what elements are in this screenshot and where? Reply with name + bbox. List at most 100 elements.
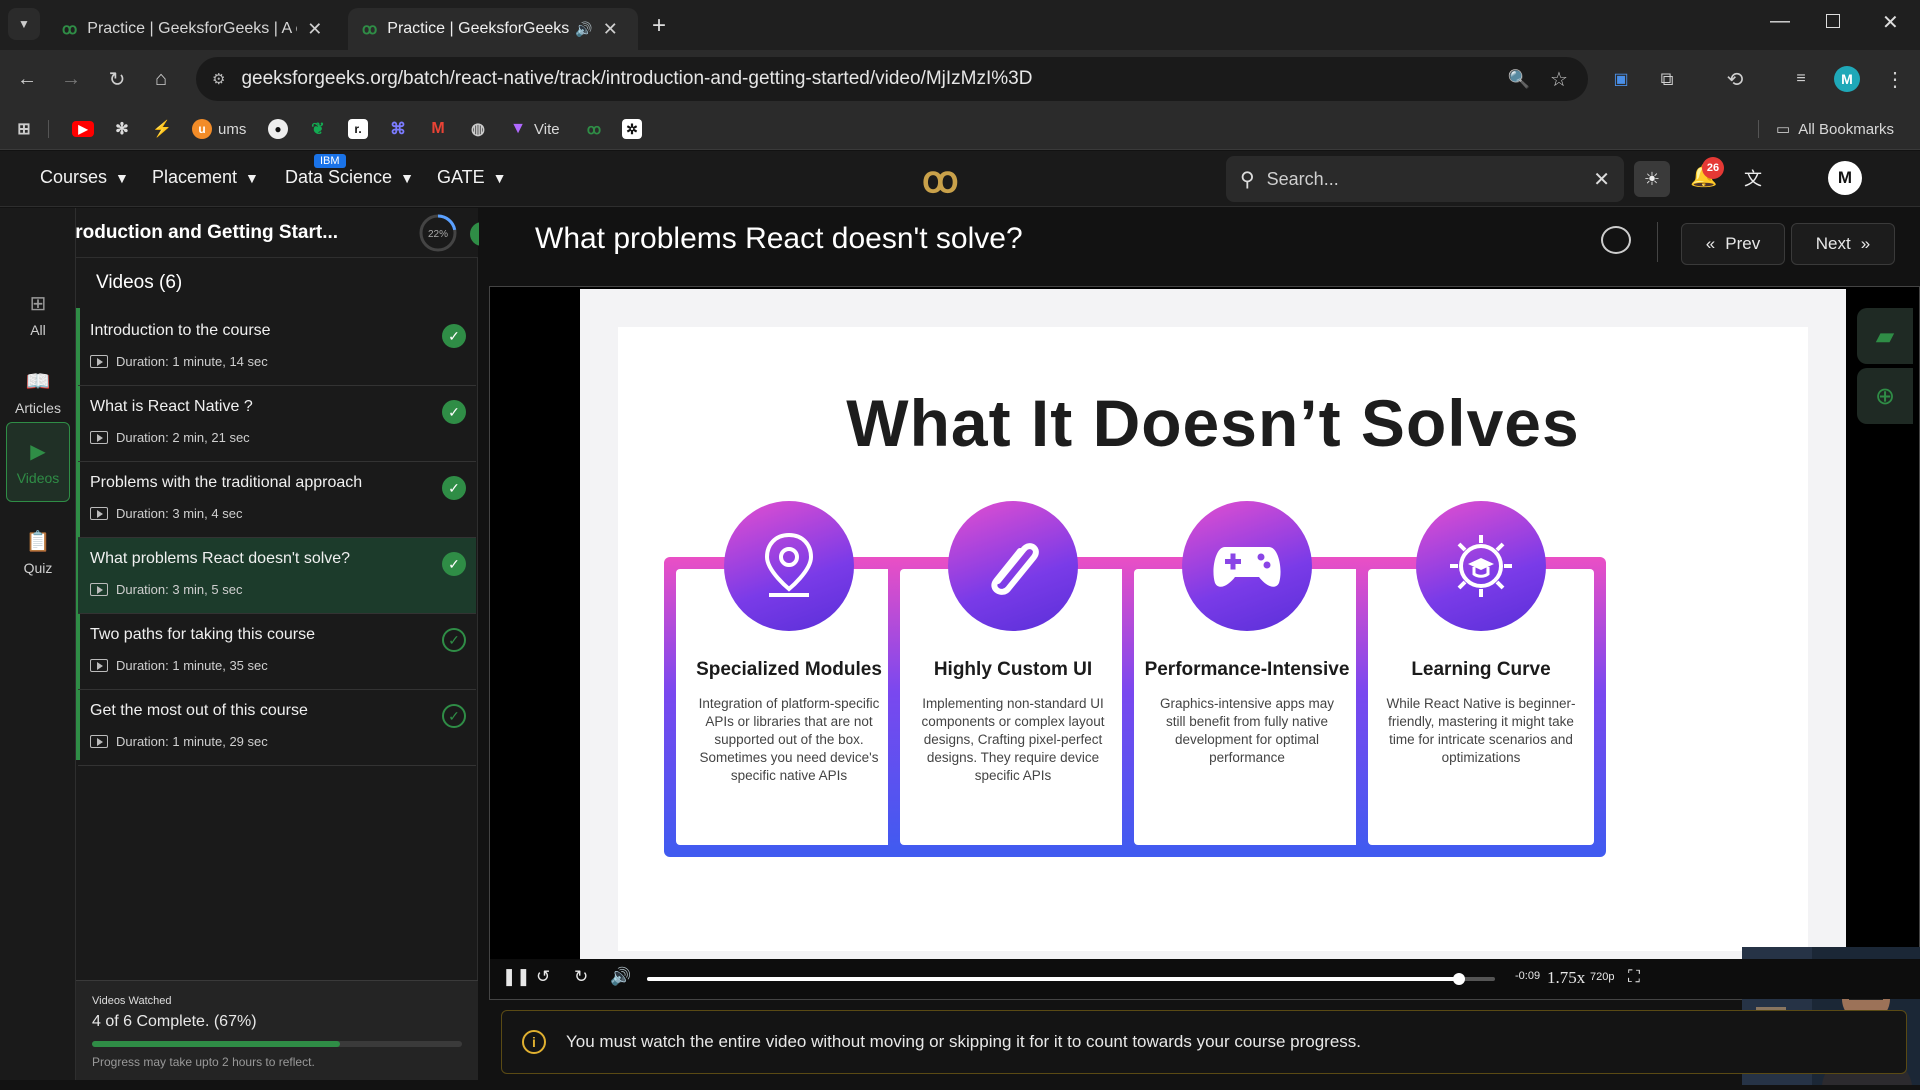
history-icon[interactable]: ⟲ (1720, 64, 1750, 94)
minimize-button[interactable]: — (1770, 10, 1790, 33)
openai-icon[interactable]: ✻ (112, 118, 132, 140)
zoom-icon[interactable]: 🔍 (1504, 64, 1534, 94)
close-tab-icon[interactable]: ✕ (603, 19, 618, 40)
media-control-icon[interactable]: ≡ (1786, 64, 1816, 94)
forward-icon[interactable]: ↻ (574, 967, 588, 987)
profile-avatar[interactable]: M (1834, 66, 1860, 92)
seek-bar[interactable] (647, 973, 1495, 985)
close-window-button[interactable]: ✕ (1882, 10, 1899, 35)
play-icon (90, 507, 108, 520)
gmail-icon[interactable]: M (428, 118, 448, 140)
tab-search-button[interactable]: ▼ (8, 8, 40, 40)
github-icon[interactable]: ● (268, 118, 288, 140)
notification-count-badge: 26 (1702, 157, 1724, 179)
quality-selector[interactable]: 720p (1590, 971, 1614, 983)
video-player[interactable]: What It Doesn’t Solves Specialized Modul… (489, 286, 1920, 1085)
mongodb-leaf-icon[interactable]: ❦ (308, 118, 328, 140)
videos-watched-box: Videos Watched 4 of 6 Complete. (67%) Pr… (76, 980, 478, 1080)
globe-icon[interactable]: ◍ (468, 118, 488, 140)
card-title: Performance-Intensive (1144, 659, 1350, 680)
all-bookmarks-button[interactable]: ▭ All Bookmarks (1776, 118, 1894, 140)
bookmark-divider (1758, 120, 1759, 138)
seek-bar-played (647, 977, 1459, 981)
header-divider (1657, 222, 1658, 262)
fullscreen-icon[interactable]: ⛶ (1628, 967, 1640, 987)
back-arrow-icon[interactable]: ← (12, 64, 42, 94)
extensions-puzzle-icon[interactable]: ⧉ (1652, 64, 1682, 94)
duration-text: Duration: 1 minute, 35 sec (116, 658, 268, 673)
play-icon (90, 431, 108, 444)
video-list-item-active[interactable]: What problems React doesn't solve? Durat… (78, 538, 476, 614)
video-list-item[interactable]: Problems with the traditional approach D… (78, 462, 476, 538)
address-bar[interactable]: ⚙ geeksforgeeks.org/batch/react-native/t… (196, 57, 1588, 101)
video-duration: Duration: 1 minute, 29 sec (90, 734, 476, 749)
volume-icon[interactable]: 🔊 (610, 967, 631, 987)
audio-playing-icon[interactable]: 🔊 (575, 21, 592, 38)
next-button[interactable]: Next » (1791, 223, 1895, 265)
video-title: What problems React doesn't solve? (90, 550, 351, 567)
duration-text: Duration: 2 min, 21 sec (116, 430, 250, 445)
vscode-dev-icon[interactable]: ⌘ (388, 118, 408, 140)
video-list-item[interactable]: Introduction to the course Duration: 1 m… (78, 310, 476, 386)
book-icon: 📖 (25, 370, 51, 393)
menu-kebab-icon[interactable]: ⋮ (1880, 64, 1910, 94)
add-note-icon[interactable]: ⊕ (1857, 368, 1913, 424)
bookmark-vite[interactable]: ▼ Vite (508, 118, 560, 140)
prev-label: Prev (1725, 234, 1761, 253)
new-tab-button[interactable]: + (652, 12, 666, 40)
video-title: Problems with the traditional approach (90, 474, 363, 491)
gfg-bookmark-icon[interactable]: ꝏ (584, 118, 604, 140)
clear-search-icon[interactable]: ✕ (1593, 167, 1610, 192)
video-duration: Duration: 1 minute, 35 sec (90, 658, 476, 673)
browser-tab-1[interactable]: ꝏ Practice | GeeksforGeeks | A cor ✕ (48, 8, 338, 50)
bookmark-star-icon[interactable]: ☆ (1544, 64, 1574, 94)
bolt-app-icon[interactable]: ⚡ (152, 118, 172, 140)
site-info-icon[interactable]: ⚙ (212, 70, 225, 88)
time-remaining: -0:09 (1515, 970, 1541, 982)
close-tab-icon[interactable]: ✕ (307, 19, 322, 40)
extension-icon[interactable]: ▣ (1606, 64, 1636, 94)
paperclip-icon (948, 501, 1078, 631)
nav-gate[interactable]: GATE ▼ (437, 167, 507, 188)
nav-data-science[interactable]: Data Science ▼ (285, 167, 414, 188)
nav-placement[interactable]: Placement ▼ (152, 167, 259, 188)
graduation-gear-icon (1416, 501, 1546, 631)
content-type-rail: ⊞ All 📖 Articles ▶ Videos 📋 Quiz (0, 208, 76, 1080)
info-icon: i (522, 1030, 546, 1054)
player-controls: ❚❚ ↺ ↻ 🔊 -0:09 1.75x 720p ⛶ (490, 959, 1920, 999)
home-icon[interactable]: ⌂ (146, 64, 176, 94)
lesson-title: What problems React doesn't solve? (535, 222, 1023, 255)
nav-courses[interactable]: Courses ▼ (40, 167, 129, 188)
pause-button[interactable]: ❚❚ (502, 967, 531, 987)
rail-articles[interactable]: 📖 Articles (6, 352, 70, 432)
comments-icon[interactable] (1601, 226, 1631, 254)
video-duration: Duration: 3 min, 4 sec (90, 506, 476, 521)
rail-all[interactable]: ⊞ All (6, 274, 70, 354)
reload-icon[interactable]: ↻ (102, 64, 132, 94)
restore-button[interactable] (1826, 14, 1840, 28)
rail-quiz[interactable]: 📋 Quiz (6, 512, 70, 592)
video-list-item[interactable]: Two paths for taking this course Duratio… (78, 614, 476, 690)
theme-toggle-button[interactable]: ☀ (1634, 161, 1670, 197)
bookmark-divider (48, 120, 49, 138)
user-avatar[interactable]: M (1828, 161, 1862, 195)
forward-arrow-icon[interactable]: → (56, 64, 86, 94)
browser-tab-2[interactable]: ꝏ Practice | GeeksforGeeks | A 🔊 ✕ (348, 8, 638, 50)
translate-icon[interactable]: 文 (1744, 165, 1762, 191)
chat-icon[interactable]: ▰ (1857, 308, 1913, 364)
apps-grid-icon[interactable]: ⊞ (14, 118, 34, 140)
seek-thumb[interactable] (1452, 973, 1465, 985)
prev-button[interactable]: « Prev (1681, 223, 1785, 265)
youtube-icon[interactable]: ▶ (72, 118, 94, 140)
video-list-item[interactable]: Get the most out of this course Duration… (78, 690, 476, 766)
site-search-input[interactable]: ⚲ Search... ✕ (1226, 156, 1624, 202)
circuit-app-icon[interactable]: ✲ (622, 118, 642, 140)
all-bookmarks-label: All Bookmarks (1798, 120, 1895, 138)
rail-videos[interactable]: ▶ Videos (6, 422, 70, 502)
rewind-icon[interactable]: ↺ (536, 967, 550, 987)
video-list-item[interactable]: What is React Native ? Duration: 2 min, … (78, 386, 476, 462)
bookmark-ums[interactable]: u ums (192, 118, 246, 140)
playback-speed[interactable]: 1.75x (1547, 968, 1585, 988)
replit-icon[interactable]: r. (348, 118, 368, 140)
gfg-logo[interactable]: ꝏ (922, 159, 959, 201)
